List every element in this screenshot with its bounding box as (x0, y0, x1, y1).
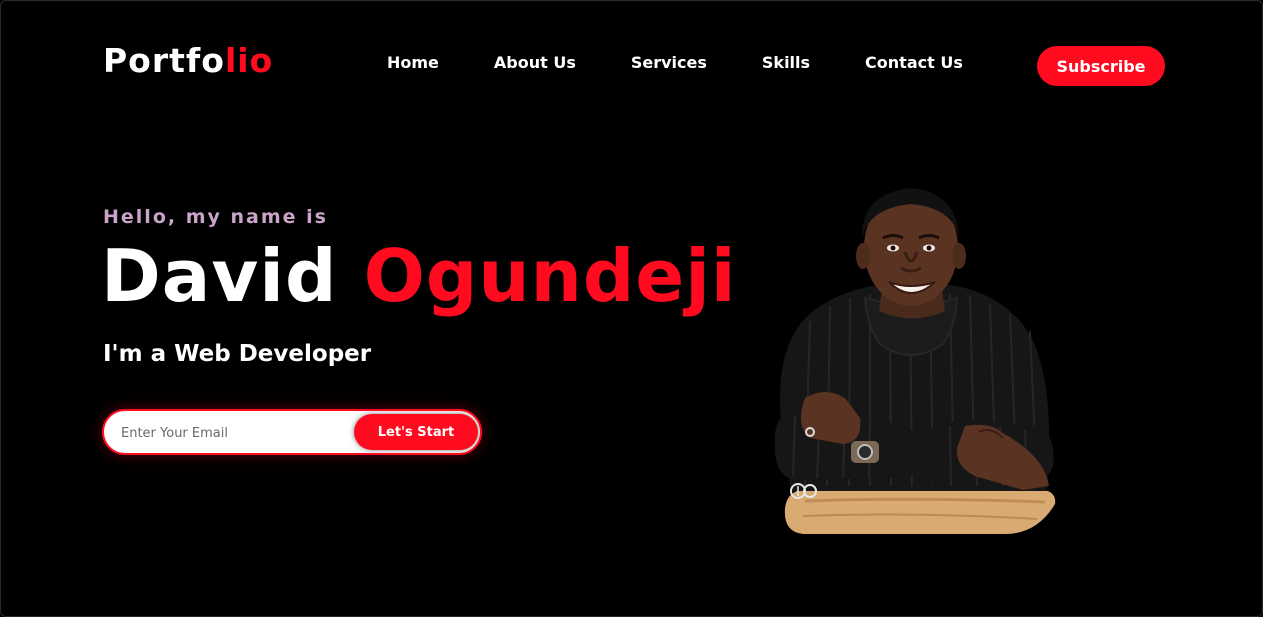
hero-name: David Ogundeji (101, 233, 737, 319)
nav-services[interactable]: Services (631, 53, 707, 72)
nav-home[interactable]: Home (387, 53, 439, 72)
nav-contact-us[interactable]: Contact Us (865, 53, 963, 72)
email-input[interactable] (119, 411, 353, 453)
subscribe-button[interactable]: Subscribe (1037, 46, 1165, 86)
email-signup-form: Let's Start (102, 409, 482, 455)
hero-first-name: David (101, 234, 338, 318)
page-frame: Portfolio Home About Us Services Skills … (0, 0, 1263, 617)
nav-skills[interactable]: Skills (762, 53, 810, 72)
logo-accent: lio (224, 41, 274, 80)
hero-greeting: Hello, my name is (103, 206, 328, 228)
lets-start-button[interactable]: Let's Start (354, 414, 478, 450)
logo[interactable]: Portfolio (103, 41, 273, 80)
hero-role: I'm a Web Developer (103, 341, 372, 367)
nav-about-us[interactable]: About Us (494, 53, 576, 72)
logo-main: Portfo (103, 41, 225, 80)
portrait-image (774, 188, 1056, 534)
hero-last-name: Ogundeji (363, 234, 737, 318)
main-nav: Home About Us Services Skills Contact Us (387, 53, 963, 72)
